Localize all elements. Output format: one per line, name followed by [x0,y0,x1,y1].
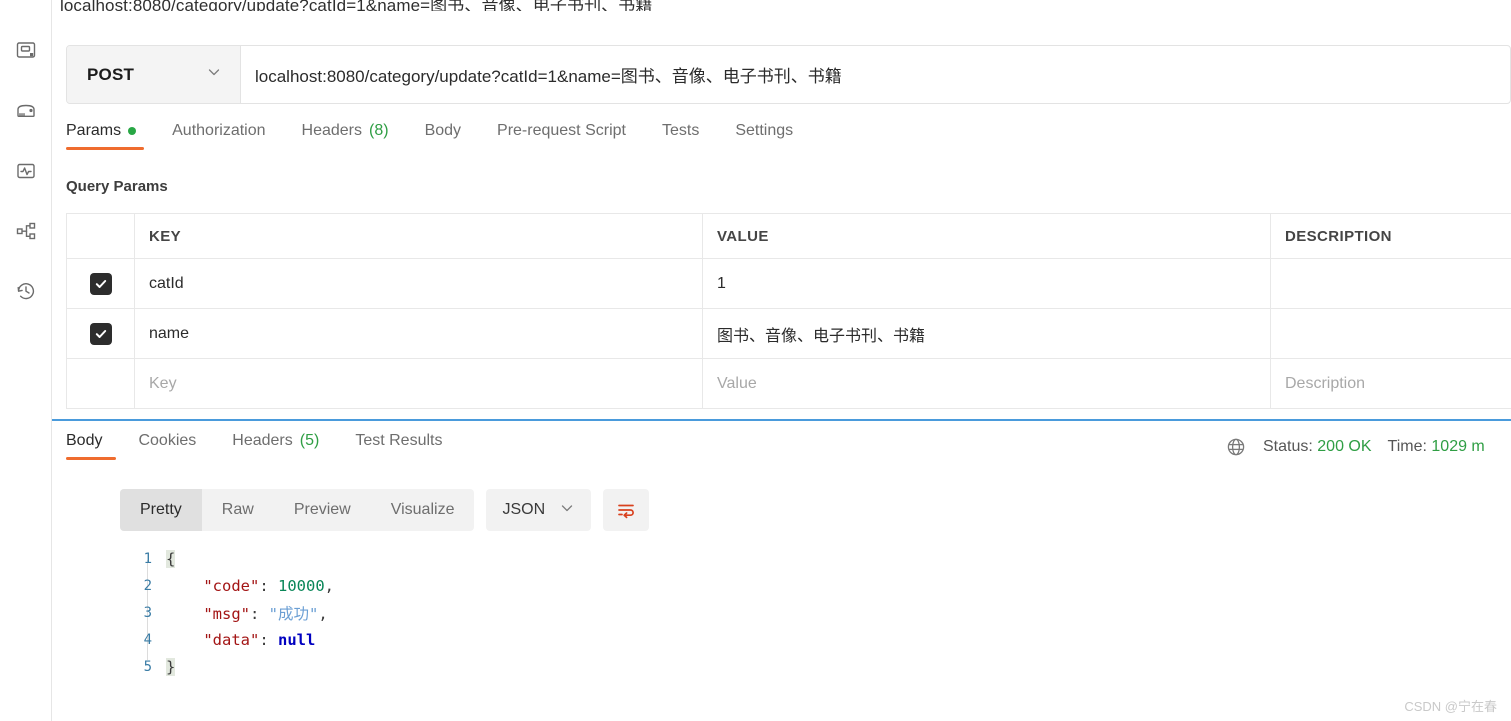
tab-pre-request-script-label: Pre-request Script [497,122,626,139]
response-body-toolbar: Pretty Raw Preview Visualize JSON [120,489,650,531]
header-check-cell [67,214,135,258]
tab-body-label: Body [424,122,462,139]
collections-icon[interactable] [9,34,43,68]
row-key-catid[interactable]: catId [149,275,184,293]
response-tabs: Body Cookies Headers (5) Test Results [66,432,464,472]
time-label: Time: [1387,438,1427,455]
tab-tests-label: Tests [661,122,700,139]
environments-icon[interactable] [9,94,43,128]
tab-params-label: Params [66,122,122,139]
response-tab-cookies[interactable]: Cookies [124,432,218,462]
chevron-down-icon [206,64,222,85]
response-tab-body[interactable]: Body [66,432,124,462]
left-icon-rail [0,0,52,721]
format-label: JSON [502,501,546,518]
line-number: 2 [143,577,152,594]
view-mode-preview[interactable]: Preview [274,489,371,531]
response-tab-cookies-label: Cookies [138,432,197,449]
tab-params[interactable]: Params [66,122,158,152]
tab-body[interactable]: Body [411,122,483,152]
view-mode-pretty[interactable]: Pretty [120,489,202,531]
json-line: 4 "data": null [120,626,1511,653]
line-number: 5 [143,658,152,675]
header-value: VALUE [717,227,769,245]
json-line: 5 } [120,653,1511,680]
json-value-code: 10000 [278,576,325,595]
new-row-description-input[interactable]: Description [1285,375,1365,393]
panel-splitter[interactable] [52,419,1511,421]
row-key-name[interactable]: name [149,325,189,343]
request-url-input[interactable]: localhost:8080/category/update?catId=1&n… [241,46,1510,103]
row-checkbox-catid[interactable] [89,272,112,295]
tab-headers[interactable]: Headers (8) [288,122,411,152]
time-value: 1029 m [1431,438,1485,455]
response-meta: Status: 200 OK Time: 1029 m [1215,432,1511,462]
table-row: catId 1 [67,259,1511,309]
table-header-row: KEY VALUE DESCRIPTION [67,214,1511,259]
view-mode-raw[interactable]: Raw [202,489,274,531]
tab-headers-label: Headers [301,122,362,139]
query-params-table: KEY VALUE DESCRIPTION catId 1 name 图书、音像… [66,213,1511,409]
table-row: name 图书、音像、电子书刊、书籍 [67,309,1511,359]
response-tab-headers-count: (5) [299,432,320,449]
response-tab-headers-label: Headers [232,432,293,449]
tab-authorization[interactable]: Authorization [158,122,287,152]
time-text: Time: 1029 m [1388,438,1485,456]
json-value-data: null [278,630,316,649]
header-key: KEY [149,227,182,245]
format-selector[interactable]: JSON [486,489,592,531]
postman-window: localhost:8080/category/update?catId=1&n… [0,0,1511,721]
line-number: 4 [143,631,152,648]
request-url-bar: POST localhost:8080/category/update?catI… [66,45,1511,104]
json-key-code: "code" [203,576,260,595]
tab-settings[interactable]: Settings [721,122,815,152]
chevron-down-icon [559,500,575,521]
response-tab-test-results[interactable]: Test Results [341,432,464,462]
tab-settings-label: Settings [735,122,794,139]
row-value-name[interactable]: 图书、音像、电子书刊、书籍 [717,322,925,346]
flows-icon[interactable] [9,214,43,248]
json-close-brace: } [166,657,176,676]
history-icon[interactable] [9,274,43,308]
http-method-label: POST [87,64,135,84]
query-params-title: Query Params [66,178,168,195]
line-number: 1 [143,550,152,567]
json-open-brace: { [166,549,176,568]
json-value-msg: "成功" [268,604,319,623]
response-tab-test-results-label: Test Results [355,432,443,449]
tab-authorization-label: Authorization [172,122,266,139]
response-tab-body-label: Body [66,432,103,449]
tab-headers-count: (8) [369,122,389,139]
json-line: 1 { [120,545,1511,572]
status-label: Status: [1263,438,1313,455]
tab-tests[interactable]: Tests [648,122,721,152]
row-checkbox-name[interactable] [89,322,112,345]
status-value: 200 OK [1317,438,1372,455]
view-mode-visualize[interactable]: Visualize [371,489,475,531]
status-text: Status: 200 OK [1263,438,1372,456]
clipped-url-text: localhost:8080/category/update?catId=1&n… [60,0,653,11]
wrap-lines-button[interactable] [603,489,650,531]
line-number: 3 [143,604,152,621]
response-tab-headers[interactable]: Headers (5) [218,432,341,462]
header-description: DESCRIPTION [1285,227,1392,245]
tab-pre-request-script[interactable]: Pre-request Script [483,122,648,152]
new-row-value-input[interactable]: Value [717,375,757,393]
json-key-msg: "msg" [203,604,250,623]
monitors-icon[interactable] [9,154,43,188]
table-row-empty: Key Value Description [67,359,1511,409]
row-value-catid[interactable]: 1 [717,275,726,293]
request-tabs: Params Authorization Headers (8) Body Pr… [66,122,815,162]
json-line: 3 "msg": "成功", [120,599,1511,626]
main-panel: localhost:8080/category/update?catId=1&n… [52,0,1511,721]
globe-icon[interactable] [1225,436,1247,458]
params-modified-dot [128,127,137,135]
http-method-selector[interactable]: POST [67,46,241,103]
new-row-key-input[interactable]: Key [149,375,177,393]
view-mode-group: Pretty Raw Preview Visualize [120,489,475,531]
watermark: CSDN @宁在春 [1404,699,1497,714]
json-key-data: "data" [203,630,260,649]
json-line: 2 "code": 10000, [120,572,1511,599]
response-body-json[interactable]: 1 { 2 "code": 10000, 3 "msg": "成功", 4 "d… [120,545,1511,721]
